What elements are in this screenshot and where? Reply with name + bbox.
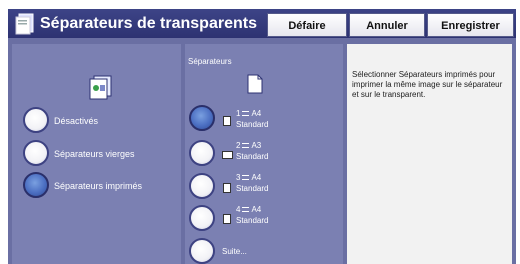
tray-icon [242, 207, 250, 213]
separator-2-tray-size: 2 A3 [236, 141, 262, 150]
separator-3-tray-size: 3 A4 [236, 173, 262, 182]
paper-portrait-icon [223, 214, 231, 224]
separator-1-tray-size: 1 A4 [236, 109, 262, 118]
transparency-separators-icon [15, 13, 34, 35]
save-button[interactable]: Enregistrer [427, 13, 514, 37]
cancel-button[interactable]: Annuler [349, 13, 425, 37]
separators-group-label: Séparateurs [188, 57, 232, 66]
document-icon [247, 74, 263, 94]
separator-3-radio[interactable] [189, 173, 215, 199]
option-disabled-label: Désactivés [54, 116, 99, 126]
more-radio[interactable] [189, 238, 215, 264]
undo-button[interactable]: Défaire [267, 13, 347, 37]
separator-4-type: Standard [236, 216, 269, 225]
option-disabled-radio[interactable] [23, 107, 49, 133]
separator-4-radio[interactable] [189, 205, 215, 231]
option-printed-separators-label: Séparateurs imprimés [54, 181, 143, 191]
separator-2-type: Standard [236, 152, 269, 161]
separator-4-tray-size: 4 A4 [236, 205, 262, 214]
paper-landscape-icon [222, 151, 233, 159]
paper-portrait-icon [223, 183, 231, 193]
tray-icon [242, 175, 250, 181]
separator-3-type: Standard [236, 184, 269, 193]
page-title: Séparateurs de transparents [40, 15, 257, 32]
option-blank-separators-label: Séparateurs vierges [54, 149, 135, 159]
option-printed-separators-radio[interactable] [23, 172, 49, 198]
help-text: Sélectionner Séparateurs imprimés pour i… [352, 70, 503, 99]
separator-1-radio[interactable] [189, 105, 215, 131]
tray-icon [242, 111, 250, 117]
separator-1-type: Standard [236, 120, 269, 129]
printed-separators-icon [89, 75, 112, 100]
paper-portrait-icon [223, 116, 231, 126]
tray-icon [242, 143, 250, 149]
more-label: Suite... [222, 247, 247, 256]
separator-2-radio[interactable] [189, 140, 215, 166]
option-blank-separators-radio[interactable] [23, 140, 49, 166]
